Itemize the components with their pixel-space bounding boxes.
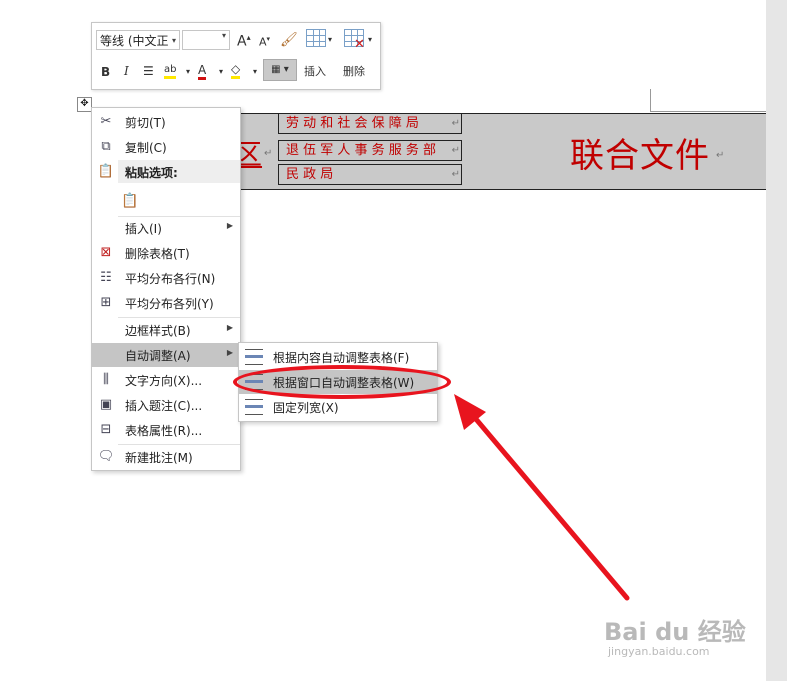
watermark-logo: Bai du 经验 [604,618,746,646]
shading-icon[interactable]: ◇ [231,62,241,79]
chevron-down-icon[interactable]: ▾ [186,67,190,76]
table-cell[interactable]: 劳 动 和 社 会 保 障 局 ↵ [278,113,462,134]
format-painter-icon[interactable]: 🖌 [280,32,298,48]
chevron-right-icon: ▶ [226,323,233,332]
caption-icon: ▣ [99,397,113,412]
text-direction-icon: ⫼ [103,372,109,387]
department-column: 劳 动 和 社 会 保 障 局 ↵ 退 伍 军 人 事 务 服 务 部 ↵ 民 政 … [278,113,462,188]
chevron-down-icon: ▾ [171,36,176,45]
chevron-right-icon: ▶ [226,221,233,230]
insert-table-icon[interactable] [306,29,326,47]
chevron-right-icon: ▶ [226,348,233,357]
distribute-rows-icon: ☷ [100,270,112,285]
menu-item-table-properties[interactable]: ⊟ 表格属性(R)... [92,418,240,442]
shrink-font-button[interactable]: A▾ [259,35,270,49]
fixed-width-icon [245,399,263,415]
chevron-down-icon: ▾ [221,31,226,40]
mini-toolbar: 等线 (中文正 ▾ ▾ A▴ A▾ 🖌 B I ☰ ab ▾ A ▾ ◇ ▾ ▦ … [91,22,381,90]
chevron-down-icon[interactable]: ▾ [368,35,372,44]
borders-button[interactable]: ▦ ▾ [263,59,297,81]
paste-options-label: 📋 粘贴选项: [97,164,178,180]
clipboard-icon: 📋 [97,164,115,179]
table-properties-icon: ⊟ [100,422,112,437]
highlight-icon[interactable]: ab [164,63,177,79]
menu-item-distribute-cols[interactable]: ⊞ 平均分布各列(Y) [92,291,240,315]
chevron-down-icon[interactable]: ▾ [219,67,223,76]
table-cell[interactable]: 退 伍 军 人 事 务 服 务 部 ↵ [278,140,462,161]
delete-x-icon: ✕ [354,37,365,52]
window-edge [766,0,787,681]
joint-document-title: 联合文件 [570,136,710,176]
menu-item-copy[interactable]: ⧉ 复制(C) [92,135,240,159]
delete-label[interactable]: 删除 [343,63,365,79]
clipboard-text-icon: 📋 [121,193,139,209]
font-size-box[interactable]: ▾ [182,30,230,50]
watermark-url: jingyan.baidu.com [608,645,710,658]
cell-border-line [650,89,651,111]
chevron-down-icon[interactable]: ▾ [328,35,332,44]
context-menu: ✂ 剪切(T) ⧉ 复制(C) 📋 粘贴选项: 📋 插入(I) ▶ ⊠ 删除表格… [91,107,241,471]
autofit-contents-icon [245,349,263,365]
menu-item-autofit[interactable]: 自动调整(A) ▶ [92,343,240,367]
paragraph-mark: ↵ [716,150,725,161]
insert-label[interactable]: 插入 [304,63,326,79]
table-move-handle-icon[interactable]: ✥ [77,97,92,112]
comment-icon: 🗨 [97,449,115,464]
chevron-down-icon[interactable]: ▾ [253,67,257,76]
menu-item-cut[interactable]: ✂ 剪切(T) [92,110,240,134]
copy-icon: ⧉ [101,139,111,154]
menu-item-insert-caption[interactable]: ▣ 插入题注(C)... [92,393,240,417]
center-align-icon[interactable]: ☰ [143,64,154,78]
keep-text-only-button[interactable]: 📋 [121,188,143,214]
menu-item-border-styles[interactable]: 边框样式(B) ▶ [92,318,240,342]
font-color-icon[interactable]: A [198,63,207,80]
grow-font-button[interactable]: A▴ [237,33,251,50]
menu-item-insert[interactable]: 插入(I) ▶ [92,216,240,240]
menu-item-distribute-rows[interactable]: ☷ 平均分布各行(N) [92,266,240,290]
table-cell[interactable]: 民 政 局 ↵ [278,164,462,185]
highlight-ellipse [233,365,451,399]
menu-item-text-direction[interactable]: ⫼ 文字方向(X)... [92,368,240,392]
scissors-icon: ✂ [100,114,112,129]
paragraph-mark: ↵ [264,148,273,159]
bold-button[interactable]: B [101,65,110,79]
delete-table-icon: ⊠ [100,245,112,260]
annotation-arrow-icon [454,394,630,601]
italic-button[interactable]: I [124,64,129,78]
menu-item-delete-table[interactable]: ⊠ 删除表格(T) [92,241,240,265]
font-name-box[interactable]: 等线 (中文正 ▾ [96,30,180,50]
menu-item-new-comment[interactable]: 🗨 新建批注(M) [92,445,240,469]
cell-border-line [650,111,766,112]
distribute-columns-icon: ⊞ [100,295,112,310]
